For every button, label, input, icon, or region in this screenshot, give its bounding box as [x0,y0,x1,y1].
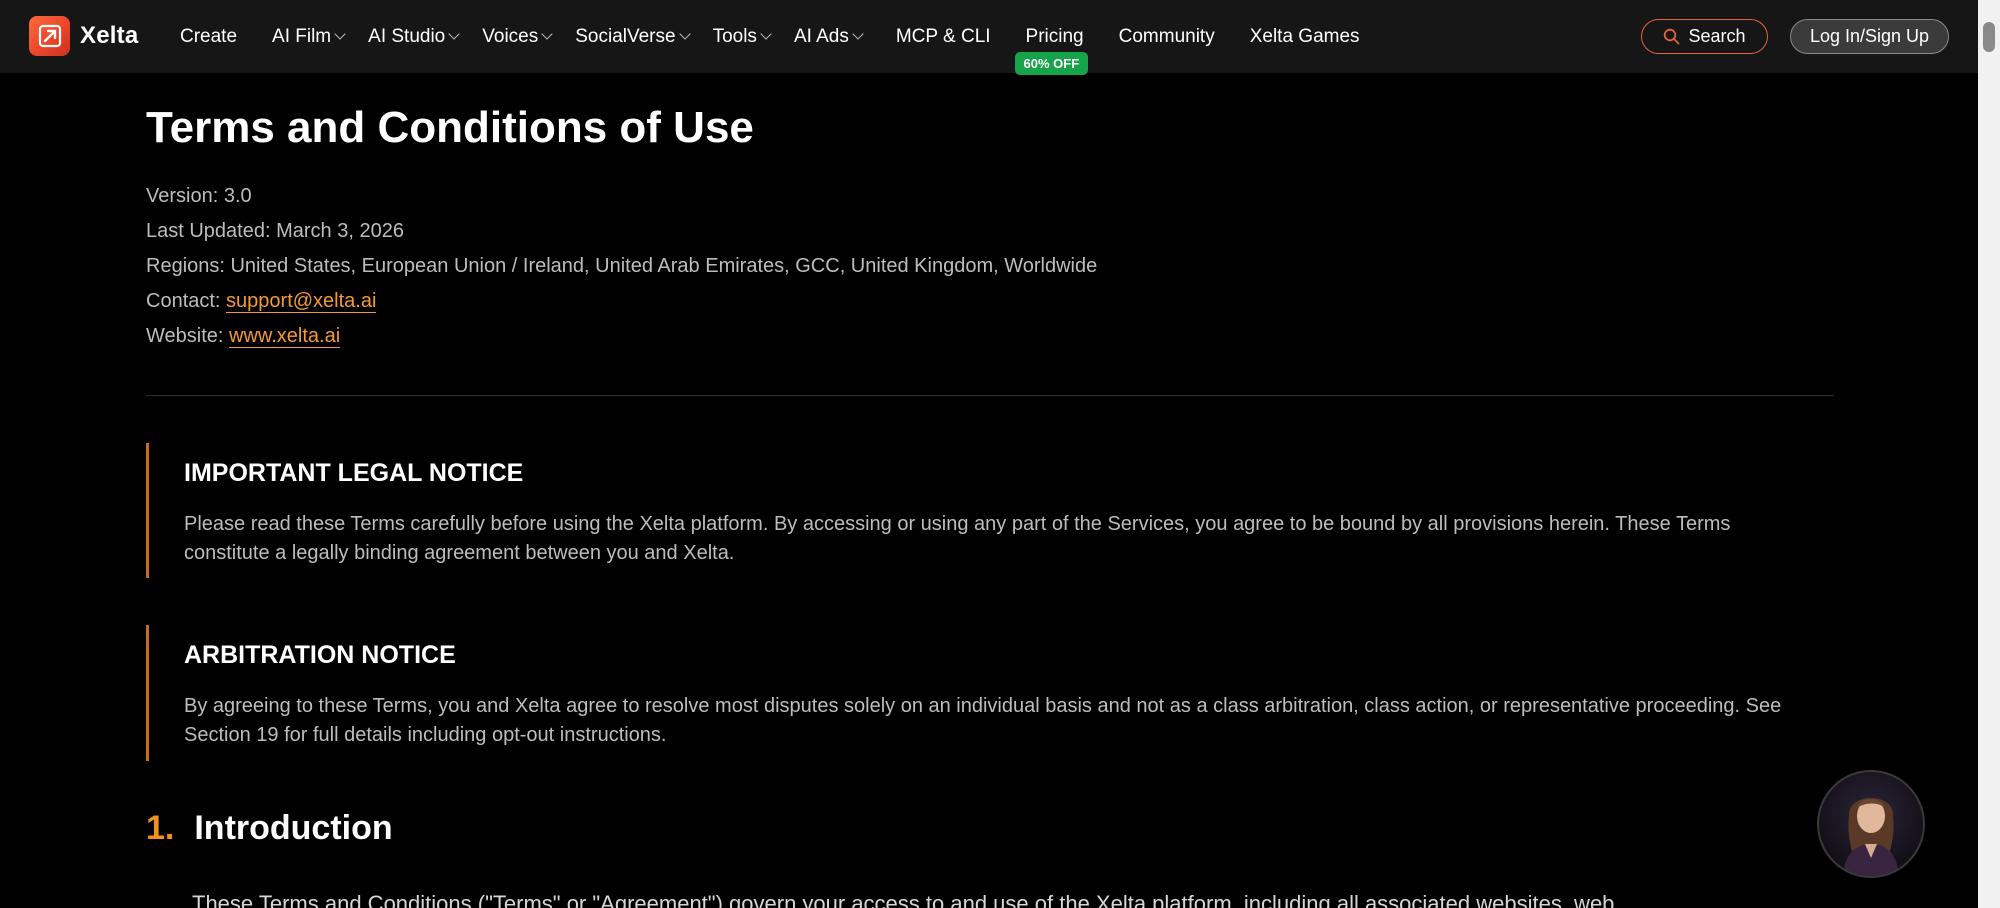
nav-item-xelta-games[interactable]: Xelta Games [1250,26,1360,48]
chevron-down-icon [541,27,553,40]
chevron-down-icon [334,27,346,40]
website-link[interactable]: www.xelta.ai [229,325,341,348]
chevron-down-icon [852,27,864,40]
chevron-down-icon [448,27,460,40]
nav-item-community[interactable]: Community [1119,26,1215,48]
introduction-paragraph: These Terms and Conditions ("Terms" or "… [192,891,1615,908]
brand[interactable]: Xelta [29,16,138,56]
section-title: Introduction [194,809,393,847]
nav-item-ai-film[interactable]: AI Film [272,26,346,48]
assistant-avatar-button[interactable] [1817,770,1925,878]
arbitration-notice: ARBITRATION NOTICE By agreeing to these … [146,625,1834,761]
top-navigation-bar: Xelta Create AI Film AI Studio Voices So… [0,0,1978,75]
search-icon [1664,28,1680,45]
divider [146,395,1834,396]
nav-item-mcp-cli[interactable]: MCP & CLI [896,26,991,48]
page-title: Terms and Conditions of Use [146,103,754,152]
nav-menu: Create AI Film AI Studio Voices SocialVe… [180,0,1360,75]
contact-line: Contact: support@xelta.ai [146,290,377,313]
assistant-avatar-icon [1843,798,1899,876]
brand-name: Xelta [80,22,139,49]
nav-item-tools[interactable]: Tools [713,26,772,48]
nav-item-ai-ads[interactable]: AI Ads [794,26,864,48]
discount-badge: 60% OFF [1014,51,1089,75]
xelta-logo-icon [29,16,70,56]
arbitration-notice-body: By agreeing to these Terms, you and Xelt… [184,695,1782,746]
version-text: Version: 3.0 [146,185,252,207]
search-button[interactable]: Search [1641,19,1768,54]
arbitration-notice-title: ARBITRATION NOTICE [184,641,456,669]
legal-notice: IMPORTANT LEGAL NOTICE Please read these… [146,443,1834,578]
legal-notice-body: Please read these Terms carefully before… [184,513,1731,564]
chevron-down-icon [678,27,691,40]
legal-notice-title: IMPORTANT LEGAL NOTICE [184,459,524,487]
document-meta: Version: 3.0 Last Updated: March 3, 2026… [146,179,1097,354]
page-scrollbar[interactable] [1978,0,2000,908]
nav-item-socialverse[interactable]: SocialVerse [575,26,691,48]
nav-item-ai-studio[interactable]: AI Studio [368,26,460,48]
login-signup-button[interactable]: Log In/Sign Up [1790,19,1949,54]
contact-email-link[interactable]: support@xelta.ai [226,290,377,313]
website-line: Website: www.xelta.ai [146,325,341,348]
last-updated-text: Last Updated: March 3, 2026 [146,220,404,242]
regions-text: Regions: United States, European Union /… [146,255,1098,277]
section-heading-introduction: 1. Introduction [146,809,393,848]
nav-item-pricing[interactable]: Pricing 60% OFF [1014,26,1089,75]
nav-item-create[interactable]: Create [180,26,237,48]
nav-item-voices[interactable]: Voices [482,26,553,48]
section-number: 1. [146,809,175,847]
chevron-down-icon [760,27,772,40]
scrollbar-thumb[interactable] [1983,22,1995,52]
